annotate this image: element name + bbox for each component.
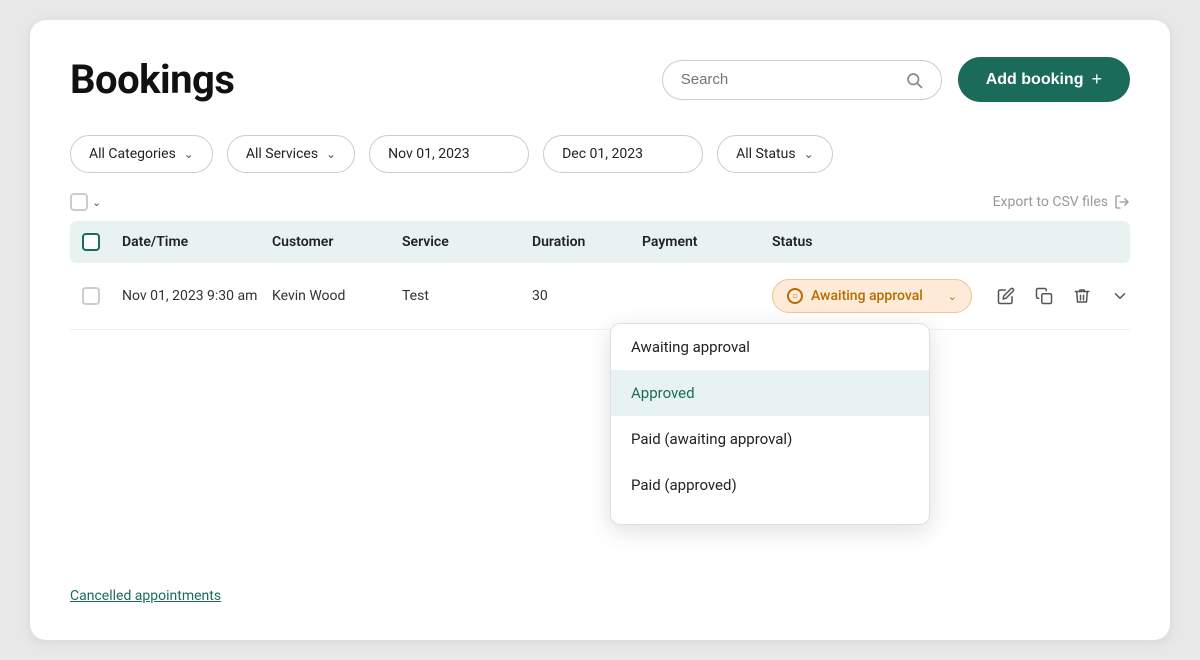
status-badge[interactable]: ○ Awaiting approval ⌄: [772, 279, 972, 313]
select-all-container: ⌄: [70, 193, 101, 211]
status-filter[interactable]: All Status ⌄: [717, 135, 833, 173]
expand-icon[interactable]: [1106, 282, 1134, 310]
select-all-checkbox[interactable]: [70, 193, 88, 211]
dropdown-item-arrived[interactable]: Arrived: [611, 508, 929, 524]
search-input[interactable]: [681, 71, 897, 88]
row-checkbox[interactable]: [82, 287, 100, 305]
plus-icon: +: [1091, 69, 1102, 90]
toolbar-row: ⌄ Export to CSV files: [70, 193, 1130, 211]
page-title: Bookings: [70, 56, 234, 103]
row-datetime: Nov 01, 2023 9:30 am: [122, 288, 272, 304]
dropdown-item-paid-approved[interactable]: Paid (approved): [611, 462, 929, 508]
copy-icon[interactable]: [1030, 282, 1058, 310]
date-from-filter[interactable]: Nov 01, 2023: [369, 135, 529, 173]
row-duration: 30: [532, 288, 642, 304]
chevron-down-icon: ⌄: [948, 290, 957, 303]
cancelled-appointments-link[interactable]: Cancelled appointments: [70, 588, 221, 604]
chevron-down-icon[interactable]: ⌄: [92, 196, 101, 209]
dropdown-item-awaiting[interactable]: Awaiting approval: [611, 324, 929, 370]
header-right: Add booking +: [662, 57, 1130, 102]
chevron-down-icon: ⌄: [326, 147, 336, 161]
status-badge-text: Awaiting approval: [811, 288, 940, 304]
bookings-card: Bookings Add booking + All Categories ⌄ …: [30, 20, 1170, 640]
date-to-filter[interactable]: Dec 01, 2023: [543, 135, 703, 173]
export-icon: [1114, 194, 1130, 210]
search-icon: [905, 71, 923, 89]
chevron-down-icon: ⌄: [804, 147, 814, 161]
header-row: Bookings Add booking +: [70, 56, 1130, 103]
delete-icon[interactable]: [1068, 282, 1096, 310]
services-filter[interactable]: All Services ⌄: [227, 135, 355, 173]
bookings-table: Date/Time Customer Service Duration Paym…: [70, 221, 1130, 330]
clock-icon: ○: [787, 288, 803, 304]
export-link[interactable]: Export to CSV files: [993, 194, 1130, 210]
search-box[interactable]: [662, 60, 942, 100]
row-service: Test: [402, 288, 532, 304]
chevron-down-icon: ⌄: [184, 147, 194, 161]
dropdown-item-approved[interactable]: Approved: [611, 370, 929, 416]
edit-icon[interactable]: [992, 282, 1020, 310]
table-header: Date/Time Customer Service Duration Paym…: [70, 221, 1130, 263]
row-customer: Kevin Wood: [272, 288, 402, 304]
header-checkbox[interactable]: [82, 233, 100, 251]
filters-row: All Categories ⌄ All Services ⌄ Nov 01, …: [70, 135, 1130, 173]
dropdown-item-paid-awaiting[interactable]: Paid (awaiting approval): [611, 416, 929, 462]
row-actions: [992, 282, 1134, 310]
dropdown-list: Awaiting approval Approved Paid (awaitin…: [611, 324, 929, 524]
add-booking-button[interactable]: Add booking +: [958, 57, 1130, 102]
categories-filter[interactable]: All Categories ⌄: [70, 135, 213, 173]
table-row: Nov 01, 2023 9:30 am Kevin Wood Test 30 …: [70, 263, 1130, 330]
status-dropdown: Awaiting approval Approved Paid (awaitin…: [610, 323, 930, 525]
